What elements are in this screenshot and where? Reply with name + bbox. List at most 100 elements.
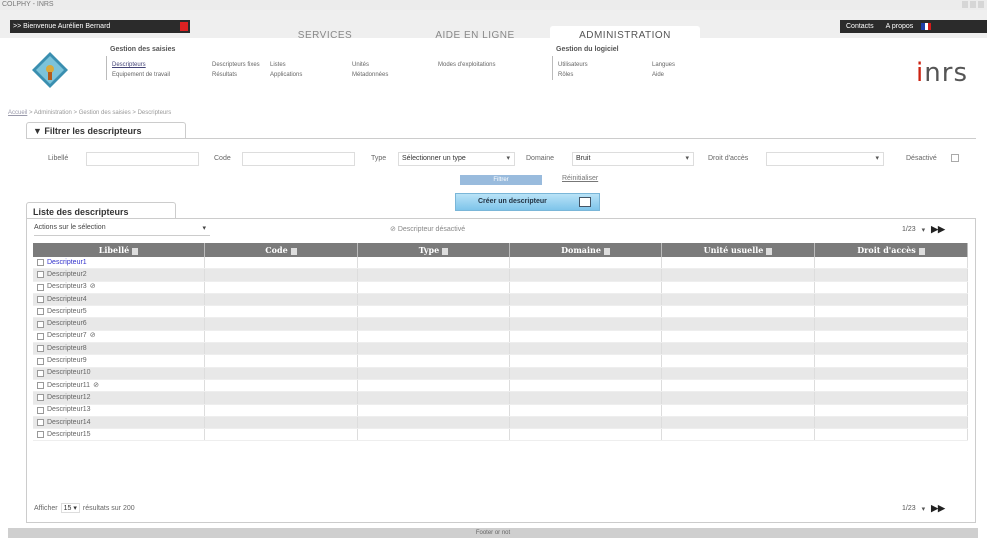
create-descripteur-button[interactable]: Créer un descripteur (455, 193, 600, 211)
last-page-icon[interactable]: ▶▶ (931, 503, 945, 514)
menu-modes-exploitations[interactable]: Modes d'exploitations (438, 62, 496, 68)
row-checkbox[interactable] (37, 357, 44, 365)
column-header-droit[interactable]: Droit d'accès (815, 243, 968, 257)
table-cell (205, 416, 358, 429)
row-checkbox[interactable] (37, 394, 44, 402)
cell-libelle: Descripteur3 ⊘ (33, 281, 205, 293)
table-row[interactable]: Descripteur11 ⊘ (33, 379, 968, 393)
table-row[interactable]: Descripteur10 (33, 367, 968, 380)
language-flag-icon[interactable] (921, 23, 932, 30)
table-row[interactable]: Descripteur6 (33, 318, 968, 331)
row-checkbox[interactable] (37, 259, 44, 267)
row-checkbox[interactable] (37, 382, 44, 390)
table-cell (358, 343, 510, 355)
apropos-link[interactable]: A propos (880, 23, 920, 30)
table-row[interactable]: Descripteur15 (33, 429, 968, 442)
breadcrumb-path: > Administration > Gestion des saisies >… (27, 110, 172, 116)
row-checkbox[interactable] (37, 345, 44, 353)
domaine-label: Domaine (526, 155, 555, 162)
row-checkbox[interactable] (37, 283, 44, 291)
table-row[interactable]: Descripteur13 (33, 404, 968, 417)
row-checkbox[interactable] (37, 406, 44, 414)
row-checkbox[interactable] (37, 332, 44, 340)
menu-metadonnees[interactable]: Métadonnées (352, 72, 388, 78)
menu-utilisateurs[interactable]: Utilisateurs (558, 62, 588, 68)
row-checkbox[interactable] (37, 308, 44, 316)
legend-text: Descripteur désactivé (397, 226, 466, 233)
menu-descripteurs[interactable]: Descripteurs (112, 62, 146, 68)
page-indicator[interactable]: 1/23 (902, 226, 916, 233)
row-checkbox[interactable] (37, 296, 44, 304)
menu-descripteurs-fixes[interactable]: Descripteurs fixes (212, 62, 260, 68)
logout-icon[interactable] (180, 22, 188, 31)
contacts-link[interactable]: Contacts (840, 23, 880, 30)
sort-icon (603, 247, 610, 255)
breadcrumb-home[interactable]: Accueil (8, 110, 27, 116)
menu-resultats[interactable]: Résultats (212, 72, 237, 78)
table-cell (662, 392, 815, 404)
maximize-button[interactable] (970, 1, 976, 8)
window-titlebar: COLPHY - INRS (0, 0, 987, 10)
menu-applications[interactable]: Applications (270, 72, 302, 78)
column-header-unite[interactable]: Unité usuelle (662, 243, 815, 257)
droit-select[interactable]: ▾ (766, 152, 884, 166)
filter-section-header[interactable]: ▼ Filtrer les descripteurs (26, 122, 186, 138)
close-button[interactable] (978, 1, 984, 8)
welcome-banner[interactable]: >> Bienvenue Aurélien Bernard (10, 20, 190, 33)
table-row[interactable]: Descripteur8 (33, 343, 968, 356)
inrs-logo: inrs (916, 58, 968, 88)
desactive-checkbox[interactable] (951, 154, 959, 162)
table-cell (510, 330, 662, 343)
code-input[interactable] (242, 152, 355, 166)
libelle-input[interactable] (86, 152, 199, 166)
table-cell (510, 257, 662, 269)
table-cell (662, 330, 815, 343)
actions-select[interactable]: Actions sur le sélection ▾ (34, 224, 210, 236)
descripteur-label: Descripteur4 (47, 295, 87, 303)
page-size-select[interactable]: 15 ▾ (60, 503, 80, 513)
window-controls (962, 1, 984, 8)
table-row[interactable]: Descripteur14 (33, 416, 968, 430)
menu-roles[interactable]: Rôles (558, 72, 573, 78)
type-select[interactable]: Sélectionner un type ▾ (398, 152, 515, 166)
table-row[interactable]: Descripteur5 (33, 306, 968, 319)
table-row[interactable]: Descripteur2 (33, 269, 968, 282)
table-cell (510, 343, 662, 355)
menu-langues[interactable]: Langues (652, 62, 675, 68)
table-row[interactable]: Descripteur4 (33, 293, 968, 307)
column-header-type[interactable]: Type (358, 243, 510, 257)
menu-unites[interactable]: Unités (352, 62, 369, 68)
row-checkbox[interactable] (37, 431, 44, 439)
page-indicator[interactable]: 1/23 (902, 505, 916, 512)
row-checkbox[interactable] (37, 320, 44, 328)
filtrer-button[interactable]: Filtrer (460, 175, 542, 185)
table-row[interactable]: Descripteur3 ⊘ (33, 281, 968, 294)
table-row[interactable]: Descripteur9 (33, 355, 968, 368)
minimize-button[interactable] (962, 1, 968, 8)
chevron-down-icon[interactable]: ▾ (922, 226, 926, 234)
domaine-select[interactable]: Bruit ▾ (572, 152, 694, 166)
row-checkbox[interactable] (37, 271, 44, 279)
window-title: COLPHY - INRS (2, 1, 54, 8)
last-page-icon[interactable]: ▶▶ (931, 224, 945, 235)
column-header-libelle[interactable]: Libellé (33, 243, 205, 257)
table-cell (510, 293, 662, 306)
column-header-domaine[interactable]: Domaine (510, 243, 662, 257)
table-cell (815, 355, 968, 367)
column-header-code[interactable]: Code (205, 243, 358, 257)
menu-listes[interactable]: Listes (270, 62, 286, 68)
row-checkbox[interactable] (37, 369, 44, 377)
descripteurs-table: Libellé Code Type Domaine Unité usuelle … (33, 243, 968, 442)
cell-libelle: Descripteur6 (33, 318, 205, 330)
cell-libelle: Descripteur12 (33, 392, 205, 404)
descripteur-label[interactable]: Descripteur1 (47, 257, 87, 269)
table-row[interactable]: Descripteur12 (33, 392, 968, 405)
menu-aide[interactable]: Aide (652, 72, 664, 78)
chevron-down-icon[interactable]: ▾ (922, 505, 926, 513)
footer: Footer or not (8, 528, 978, 538)
table-row[interactable]: Descripteur1 (33, 257, 968, 270)
menu-equipement[interactable]: Equipement de travail (112, 72, 170, 78)
table-row[interactable]: Descripteur7 ⊘ (33, 330, 968, 344)
reinitialiser-link[interactable]: Réinitialiser (562, 175, 598, 182)
row-checkbox[interactable] (37, 419, 44, 426)
